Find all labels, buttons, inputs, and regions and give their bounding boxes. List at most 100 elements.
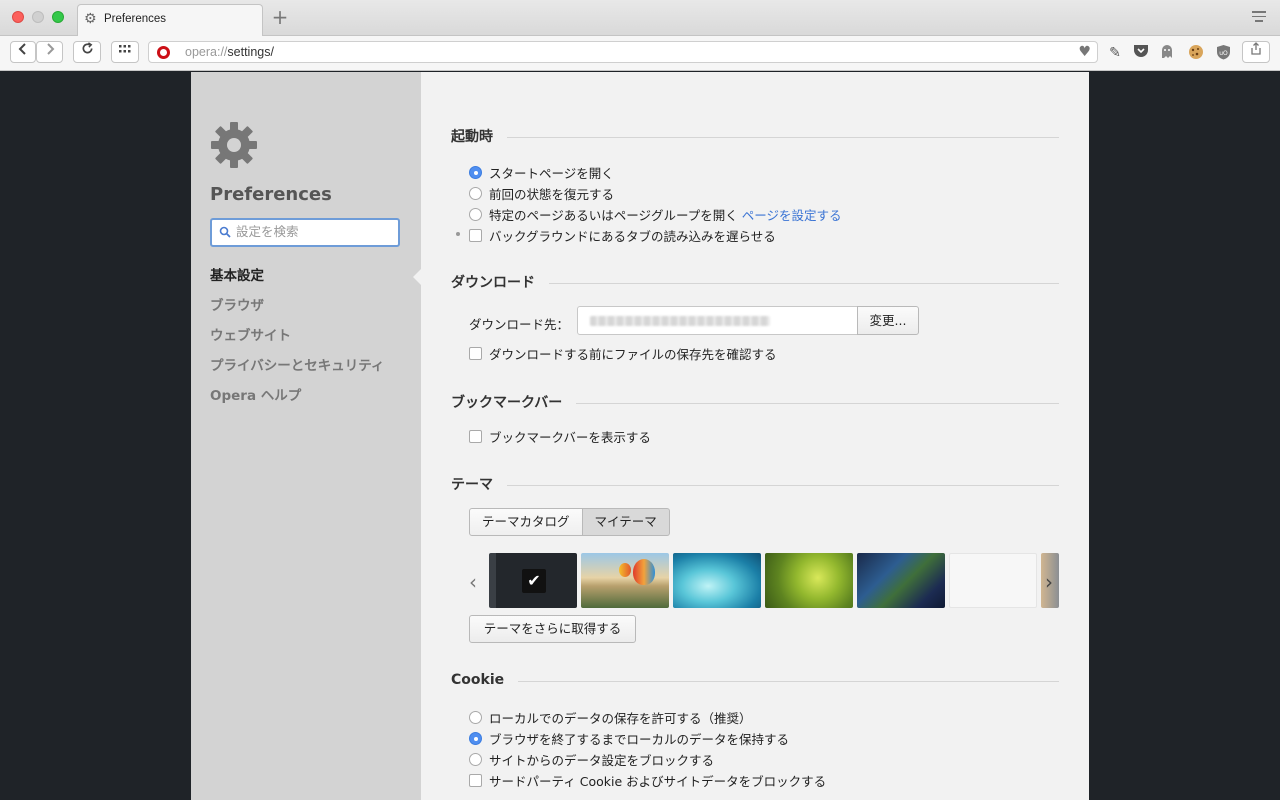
close-window-button[interactable] (12, 11, 24, 23)
startup-open-specific-pages[interactable]: 特定のページあるいはページグループを開く ページを設定する (469, 205, 842, 224)
option-label: ブックマークバーを表示する (489, 430, 651, 445)
divider (507, 484, 1059, 486)
section-startup-label: 起動時 (451, 129, 493, 145)
heart-icon[interactable]: ♥ (1078, 44, 1091, 60)
sidebar-item-websites[interactable]: ウェブサイト (210, 326, 384, 356)
section-bookmarks-label: ブックマークバー (451, 395, 563, 411)
theme-thumb-feathers[interactable] (857, 553, 945, 608)
radio-selected[interactable] (469, 732, 482, 745)
checkbox[interactable] (469, 430, 482, 443)
tab-title: Preferences (104, 13, 167, 25)
get-more-themes-button[interactable]: テーマをさらに取得する (469, 615, 636, 643)
cookie-allow-local-data[interactable]: ローカルでのデータの保存を許可する（推奨） (469, 708, 752, 727)
option-label: 特定のページあるいはページグループを開く (489, 208, 738, 223)
section-cookie-label: Cookie (451, 672, 505, 688)
cookie-block-sites[interactable]: サイトからのデータ設定をブロックする (469, 750, 714, 769)
section-bookmarks-bar-title: ブックマークバー (451, 392, 1059, 412)
settings-search[interactable] (210, 218, 400, 247)
tab-menu-icon[interactable] (1252, 11, 1266, 23)
chevron-right-icon[interactable]: › (1045, 570, 1053, 594)
theme-thumb-blank[interactable] (949, 553, 1037, 608)
shield-shape: uO (1216, 45, 1230, 60)
url-path: settings/ (227, 45, 274, 59)
option-label: スタートページを開く (489, 166, 614, 181)
extension-icon[interactable]: ✎ (1106, 44, 1124, 62)
radio[interactable] (469, 753, 482, 766)
zoom-window-button[interactable] (52, 11, 64, 23)
option-label: サードパーティ Cookie およびサイトデータをブロックする (489, 774, 827, 789)
forward-button[interactable] (36, 41, 63, 63)
section-cookie-title: Cookie (451, 672, 1059, 688)
radio[interactable] (469, 711, 482, 724)
speed-dial-button[interactable] (111, 41, 139, 63)
share-icon (1251, 42, 1261, 55)
sidebar-item-basic[interactable]: 基本設定 (210, 266, 384, 296)
blurred-path (590, 316, 770, 326)
minimize-window-button[interactable] (32, 11, 44, 23)
show-bookmarks-bar[interactable]: ブックマークバーを表示する (469, 427, 651, 446)
cookie-keep-until-exit[interactable]: ブラウザを終了するまでローカルのデータを保持する (469, 729, 789, 748)
pocket-icon[interactable] (1132, 44, 1150, 62)
theme-thumb-dark-selected[interactable]: ✔ (489, 553, 577, 608)
radio[interactable] (469, 208, 482, 221)
back-button[interactable] (10, 41, 36, 63)
cookie-icon[interactable] (1187, 44, 1205, 62)
ghostery-shape (1162, 45, 1172, 58)
checkbox[interactable] (469, 229, 482, 242)
option-label: サイトからのデータ設定をブロックする (489, 753, 715, 768)
section-download-title: ダウンロード (451, 272, 1059, 292)
search-icon (219, 226, 231, 238)
toolbar: opera://settings/ ♥ ✎ uO (0, 36, 1280, 71)
sidebar-item-browser[interactable]: ブラウザ (210, 296, 384, 326)
tab-theme-catalog[interactable]: テーマカタログ (469, 508, 583, 536)
chevron-left-icon[interactable]: ‹ (469, 570, 477, 594)
tab-my-themes[interactable]: マイテーマ (582, 508, 670, 536)
divider (518, 680, 1059, 682)
chevron-right-icon (46, 43, 54, 55)
share-button[interactable] (1242, 41, 1270, 63)
theme-thumb-balloons[interactable] (581, 553, 669, 608)
pocket-shape (1134, 45, 1148, 57)
set-pages-link[interactable]: ページを設定する (742, 205, 842, 224)
gear-icon: ⚙ (84, 11, 97, 27)
radio-selected[interactable] (469, 166, 482, 179)
svg-text:uO: uO (1219, 50, 1228, 57)
cookie-block-third-party[interactable]: サードパーティ Cookie およびサイトデータをブロックする (469, 771, 826, 790)
ghost-icon[interactable] (1158, 44, 1176, 62)
address-bar[interactable]: opera://settings/ ♥ (148, 41, 1098, 63)
download-location-field[interactable] (577, 306, 859, 335)
startup-open-start-page[interactable]: スタートページを開く (469, 163, 614, 182)
checkbox[interactable] (469, 347, 482, 360)
new-tab-button[interactable]: + (270, 6, 290, 28)
sidebar-item-opera-help[interactable]: Opera ヘルプ (210, 386, 384, 416)
active-item-pointer (413, 268, 422, 286)
sidebar-item-privacy-security[interactable]: プライバシーとセキュリティ (210, 356, 384, 386)
option-label: ダウンロードする前にファイルの保存先を確認する (489, 347, 777, 362)
opera-logo-icon (157, 46, 170, 59)
grid-icon (119, 45, 131, 53)
ask-download-location[interactable]: ダウンロードする前にファイルの保存先を確認する (469, 344, 777, 363)
ublock-icon[interactable]: uO (1214, 44, 1232, 62)
reload-button[interactable] (73, 41, 101, 63)
sidebar-nav: 基本設定 ブラウザ ウェブサイト プライバシーとセキュリティ Opera ヘルプ (210, 266, 384, 416)
option-label: 前回の状態を復元する (489, 187, 615, 202)
chevron-left-icon (18, 43, 26, 55)
download-location-label: ダウンロード先： (469, 317, 570, 332)
search-input[interactable] (236, 224, 392, 239)
tab-preferences[interactable]: ⚙ Preferences (77, 4, 263, 36)
balloon-shape (619, 563, 631, 577)
checkmark-icon: ✔ (522, 569, 546, 593)
option-label: バックグラウンドにあるタブの読み込みを遅らせる (489, 229, 776, 244)
settings-page: Preferences 基本設定 ブラウザ ウェブサイト プライバシーとセキュリ… (191, 72, 1089, 800)
url-text[interactable]: opera://settings/ (185, 45, 274, 59)
startup-restore-session[interactable]: 前回の状態を復元する (469, 184, 614, 203)
radio[interactable] (469, 187, 482, 200)
cookie-shape (1189, 45, 1203, 59)
title-bar: ⚙ Preferences + (0, 0, 1280, 36)
theme-thumb-aqua[interactable] (673, 553, 761, 608)
sidebar-title: Preferences (210, 184, 332, 205)
theme-thumb-leaf[interactable] (765, 553, 853, 608)
change-download-location-button[interactable]: 変更... (857, 306, 919, 335)
checkbox[interactable] (469, 774, 482, 787)
delay-background-tabs[interactable]: バックグラウンドにあるタブの読み込みを遅らせる (469, 226, 776, 245)
